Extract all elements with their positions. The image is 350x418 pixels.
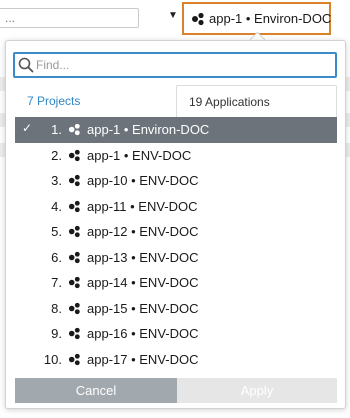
- app-picker-popup: 7 Projects 19 Applications ✓ 1. app-1 • …: [5, 40, 346, 409]
- page: ... ▼ app-1 • Environ-DOC Find... 7 Proj…: [0, 0, 350, 418]
- search-field[interactable]: [13, 52, 337, 78]
- search-input[interactable]: [36, 58, 326, 72]
- checkmark-icon: ✓: [22, 121, 33, 135]
- list-item[interactable]: 6. app-13 • ENV-DOC: [15, 245, 337, 271]
- app-cluster-icon: [68, 123, 81, 136]
- list-item[interactable]: ✓ 1. app-1 • Environ-DOC: [15, 117, 337, 143]
- list-item-label: app-13 • ENV-DOC: [87, 249, 199, 265]
- list-item-number: 8.: [51, 300, 62, 316]
- app-cluster-icon: [68, 302, 81, 315]
- apply-button[interactable]: Apply: [177, 378, 337, 403]
- list-item[interactable]: 5. app-12 • ENV-DOC: [15, 219, 337, 245]
- list-item-number: 7.: [51, 275, 62, 291]
- app-selector-label: app-1 • Environ-DOC: [209, 11, 332, 26]
- tab-projects[interactable]: 7 Projects: [15, 85, 176, 119]
- app-cluster-icon: [191, 12, 205, 26]
- list-item[interactable]: 2. app-1 • ENV-DOC: [15, 143, 337, 169]
- list-item-label: app-16 • ENV-DOC: [87, 326, 199, 342]
- app-cluster-icon: [68, 174, 81, 187]
- list-item-label: app-14 • ENV-DOC: [87, 275, 199, 291]
- app-cluster-icon: [68, 149, 81, 162]
- list-item-label: app-15 • ENV-DOC: [87, 300, 199, 316]
- app-cluster-icon: [68, 276, 81, 289]
- list-item[interactable]: 10. app-17 • ENV-DOC: [15, 347, 337, 373]
- app-selector-button[interactable]: app-1 • Environ-DOC: [182, 2, 331, 35]
- list-item-number: 2.: [51, 147, 62, 163]
- list-item-number: 6.: [51, 249, 62, 265]
- app-cluster-icon: [68, 353, 81, 366]
- list-item-number: 9.: [51, 326, 62, 342]
- list-item[interactable]: 3. app-10 • ENV-DOC: [15, 168, 337, 194]
- project-list: ✓ 1. app-1 • Environ-DOC 2. app-1 • ENV-…: [15, 117, 337, 372]
- list-item-number: 3.: [51, 173, 62, 189]
- list-item-number: 4.: [51, 198, 62, 214]
- app-cluster-icon: [68, 251, 81, 264]
- list-item-label: app-1 • ENV-DOC: [87, 147, 192, 163]
- list-item[interactable]: 9. app-16 • ENV-DOC: [15, 321, 337, 347]
- app-cluster-icon: [68, 225, 81, 238]
- tab-applications[interactable]: 19 Applications: [176, 85, 337, 119]
- list-item[interactable]: 4. app-11 • ENV-DOC: [15, 194, 337, 220]
- list-item-number: 5.: [51, 224, 62, 240]
- list-item[interactable]: 8. app-15 • ENV-DOC: [15, 296, 337, 322]
- app-cluster-icon: [68, 200, 81, 213]
- list-item-label: app-10 • ENV-DOC: [87, 173, 199, 189]
- picker-tabs: 7 Projects 19 Applications: [15, 85, 337, 119]
- chevron-down-icon[interactable]: ▼: [168, 10, 178, 21]
- list-item-number: 10.: [43, 351, 62, 367]
- search-icon: [18, 57, 34, 73]
- list-item-label: app-12 • ENV-DOC: [87, 224, 199, 240]
- list-item-label: app-17 • ENV-DOC: [87, 351, 199, 367]
- cancel-button[interactable]: Cancel: [15, 378, 177, 403]
- list-item-label: app-11 • ENV-DOC: [87, 198, 198, 214]
- popup-footer: Cancel Apply: [15, 378, 337, 403]
- list-item[interactable]: 7. app-14 • ENV-DOC: [15, 270, 337, 296]
- background-filter-input[interactable]: ...: [0, 8, 139, 28]
- app-cluster-icon: [68, 327, 81, 340]
- list-item-label: app-1 • Environ-DOC: [87, 122, 210, 138]
